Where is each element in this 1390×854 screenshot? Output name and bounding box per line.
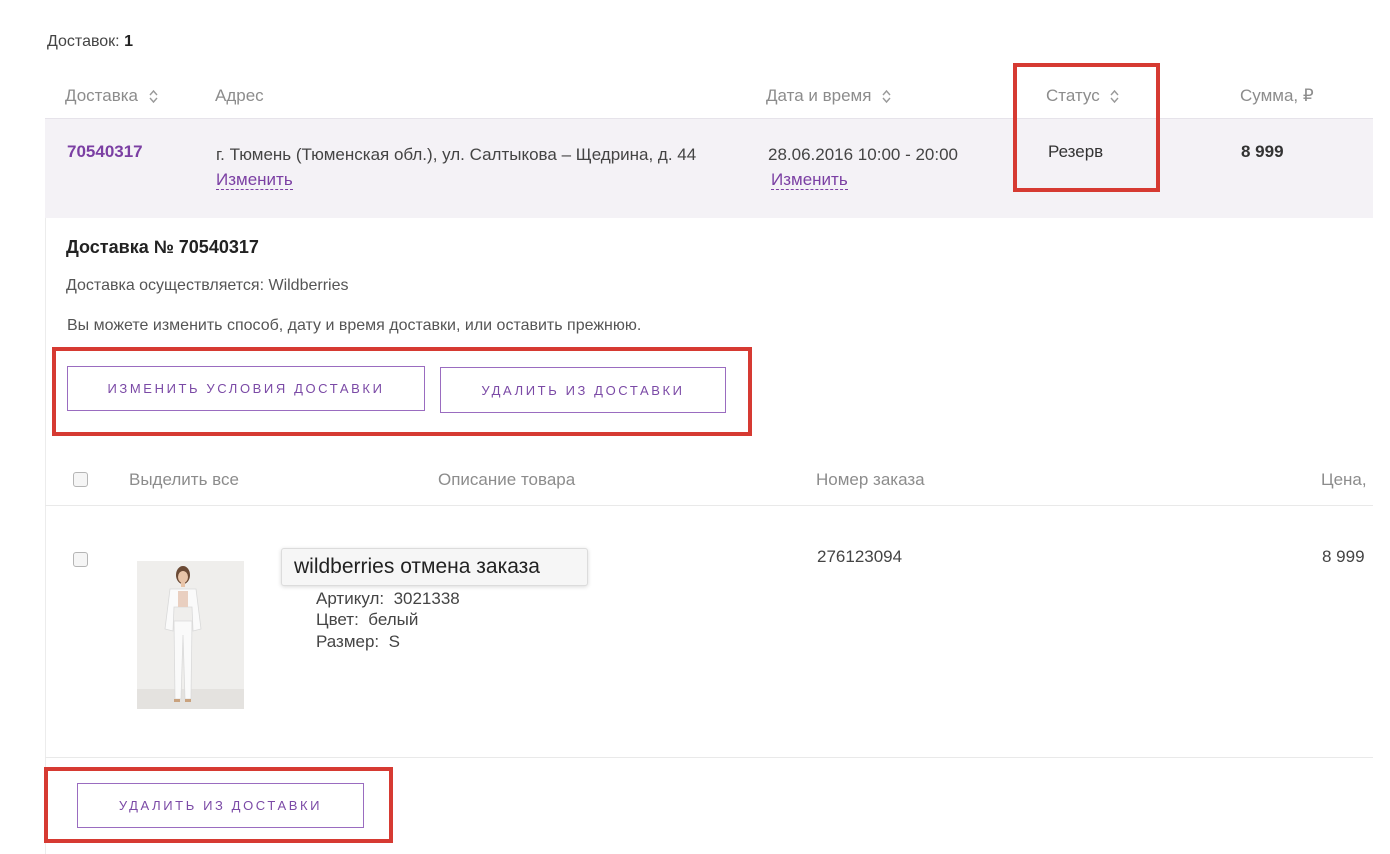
product-article: Артикул: 3021338: [316, 589, 460, 609]
change-address-link[interactable]: Изменить: [216, 170, 293, 190]
deliveries-count-value: 1: [124, 33, 133, 50]
delivery-address: г. Тюмень (Тюменская обл.), ул. Салтыков…: [216, 142, 746, 192]
delivery-details-panel: [45, 218, 1374, 854]
column-sum-header: Сумма, ₽: [1240, 86, 1314, 105]
delivery-address-text: г. Тюмень (Тюменская обл.), ул. Салтыков…: [216, 145, 697, 164]
remove-item-from-delivery-button[interactable]: удалить из доставки: [77, 783, 364, 828]
change-datetime-link[interactable]: Изменить: [771, 170, 848, 190]
column-datetime-header[interactable]: Дата и время: [766, 86, 891, 106]
column-status-header[interactable]: Статус: [1046, 86, 1120, 106]
delivery-datetime: 28.06.2016 10:00 - 20:00 Изменить: [768, 142, 958, 192]
item-checkbox[interactable]: [73, 552, 88, 567]
product-tooltip: wildberries отмена заказа: [281, 548, 588, 586]
deliveries-count: Доставок: 1: [47, 33, 133, 51]
column-delivery-label: Доставка: [65, 86, 139, 105]
article-value: 3021338: [393, 589, 460, 608]
delivery-details-title: Доставка № 70540317: [66, 237, 259, 257]
select-all-checkbox[interactable]: [73, 472, 88, 487]
size-value: S: [388, 632, 400, 651]
column-datetime-label: Дата и время: [766, 86, 872, 105]
divider: [45, 757, 1373, 758]
deliveries-count-label: Доставок:: [47, 33, 120, 50]
product-size: Размер: S: [316, 632, 400, 652]
column-status-label: Статус: [1046, 86, 1100, 105]
delivery-carrier: Доставка осуществляется: Wildberries: [66, 277, 349, 294]
delivery-sum: 8 999: [1241, 142, 1284, 161]
delivery-datetime-text: 28.06.2016 10:00 - 20:00: [768, 145, 958, 164]
color-label: Цвет:: [316, 610, 359, 629]
column-description-header: Описание товара: [438, 470, 576, 489]
sort-icon[interactable]: [882, 89, 891, 104]
article-label: Артикул:: [316, 589, 385, 608]
delivery-id-link[interactable]: 70540317: [67, 142, 143, 162]
select-all-label[interactable]: Выделить все: [129, 470, 239, 490]
column-address-header: Адрес: [215, 86, 264, 105]
column-delivery-header[interactable]: Доставка: [65, 86, 158, 106]
sort-icon[interactable]: [1110, 89, 1120, 104]
color-value: белый: [368, 610, 419, 629]
delivery-status: Резерв: [1048, 142, 1104, 161]
sort-icon[interactable]: [149, 89, 158, 104]
column-order-number-header: Номер заказа: [816, 470, 925, 489]
size-label: Размер:: [316, 632, 380, 651]
column-price-header: Цена,: [1321, 470, 1367, 489]
delivery-note: Вы можете изменить способ, дату и время …: [67, 317, 642, 334]
product-image[interactable]: [137, 561, 244, 709]
change-delivery-terms-button[interactable]: изменить условия доставки: [67, 366, 425, 411]
divider: [45, 505, 1373, 506]
item-order-number: 276123094: [817, 547, 903, 566]
product-color: Цвет: белый: [316, 610, 418, 630]
item-price: 8 999: [1322, 547, 1365, 566]
remove-from-delivery-button[interactable]: удалить из доставки: [440, 367, 726, 413]
